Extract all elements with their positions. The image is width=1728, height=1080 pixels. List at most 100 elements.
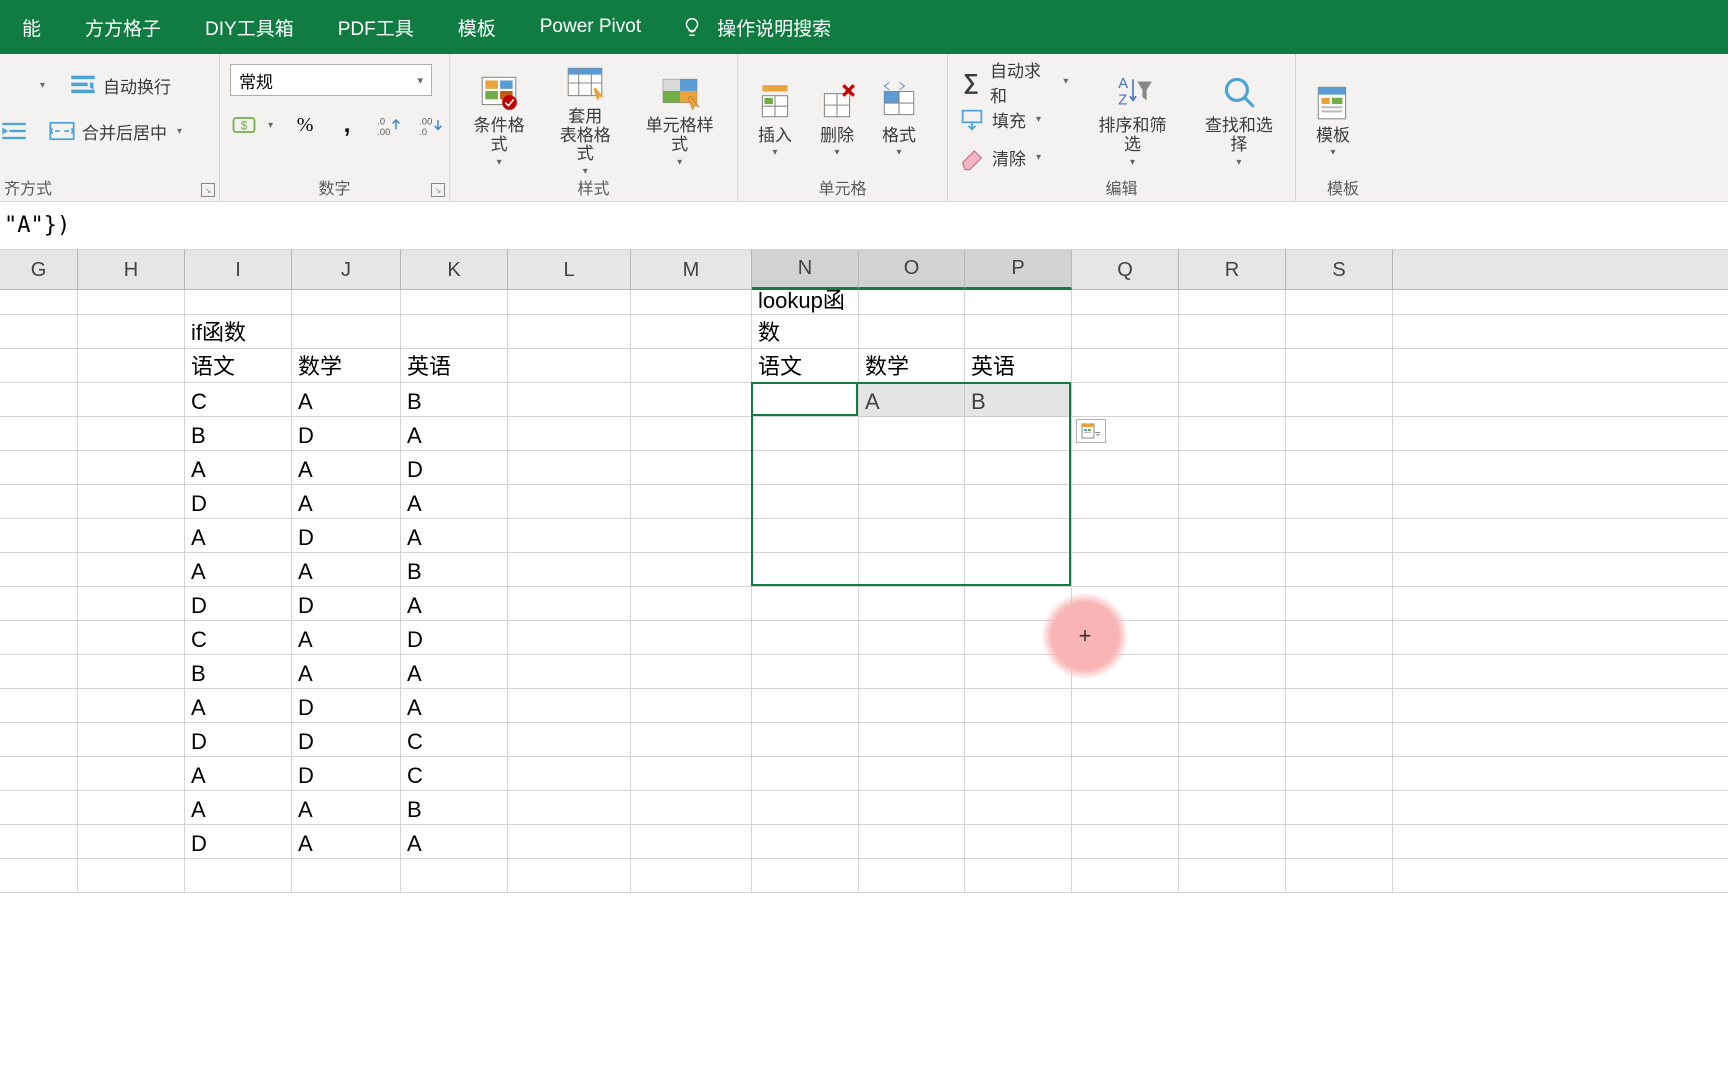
accounting-format-button[interactable]: $ ▾ [230, 108, 277, 142]
column-header-P[interactable]: P [965, 250, 1072, 290]
cell[interactable]: D [401, 451, 508, 485]
cell[interactable] [78, 587, 185, 621]
cell[interactable] [78, 723, 185, 757]
cell[interactable] [508, 825, 631, 859]
cell[interactable] [859, 290, 965, 315]
cell[interactable] [965, 553, 1072, 587]
cell[interactable] [631, 655, 752, 689]
cell[interactable] [508, 689, 631, 723]
cell[interactable] [0, 859, 78, 893]
format-as-table-button[interactable]: 套用 表格格式 ▾ [546, 60, 624, 179]
cell[interactable]: A [185, 519, 292, 553]
cell[interactable] [965, 791, 1072, 825]
cell[interactable] [508, 485, 631, 519]
cell[interactable] [752, 825, 859, 859]
cell[interactable] [859, 689, 965, 723]
cell[interactable]: D [185, 587, 292, 621]
cell[interactable] [965, 451, 1072, 485]
cell[interactable] [631, 451, 752, 485]
cell[interactable] [508, 655, 631, 689]
cell[interactable]: A [401, 655, 508, 689]
cell[interactable] [508, 417, 631, 451]
cell[interactable] [78, 290, 185, 315]
cell[interactable] [508, 519, 631, 553]
cell[interactable] [1179, 290, 1286, 315]
cell[interactable] [1179, 655, 1286, 689]
clear-button[interactable]: 清除 ▾ [958, 141, 1072, 175]
delete-cells-button[interactable]: 删除 ▾ [810, 79, 864, 161]
cell[interactable]: B [401, 383, 508, 417]
cell[interactable]: C [752, 383, 859, 417]
cell[interactable] [508, 587, 631, 621]
cell[interactable]: A [292, 655, 401, 689]
cell[interactable] [965, 757, 1072, 791]
dialog-launcher-icon[interactable]: ↘ [201, 183, 215, 197]
cell[interactable] [78, 553, 185, 587]
cell[interactable] [1286, 290, 1393, 315]
cell[interactable] [0, 825, 78, 859]
cell[interactable]: A [292, 621, 401, 655]
cell[interactable] [752, 451, 859, 485]
cell[interactable] [1286, 655, 1393, 689]
cell[interactable] [1179, 621, 1286, 655]
column-header-O[interactable]: O [859, 250, 965, 290]
cell[interactable] [1072, 791, 1179, 825]
cell[interactable] [78, 689, 185, 723]
find-select-button[interactable]: 查找和选择 ▾ [1193, 69, 1285, 169]
cell[interactable] [752, 553, 859, 587]
cell[interactable]: A [185, 757, 292, 791]
cell[interactable] [78, 451, 185, 485]
cell[interactable] [965, 417, 1072, 451]
cell[interactable] [78, 519, 185, 553]
cell[interactable] [752, 417, 859, 451]
cell[interactable] [631, 723, 752, 757]
cell[interactable] [401, 290, 508, 315]
cell[interactable]: A [292, 383, 401, 417]
cell[interactable]: 语文 [185, 349, 292, 383]
cell[interactable] [1179, 723, 1286, 757]
cell[interactable]: B [185, 655, 292, 689]
cell[interactable] [1179, 859, 1286, 893]
cell[interactable]: A [292, 485, 401, 519]
cell[interactable] [185, 859, 292, 893]
cell[interactable]: A [401, 689, 508, 723]
column-header-M[interactable]: M [631, 250, 752, 290]
cell[interactable] [752, 485, 859, 519]
tab-extra[interactable]: 能 [0, 0, 63, 54]
cell[interactable] [631, 859, 752, 893]
cell[interactable] [1179, 383, 1286, 417]
cell[interactable]: C [401, 723, 508, 757]
cell[interactable] [859, 757, 965, 791]
cell[interactable]: B [401, 553, 508, 587]
cell[interactable] [1286, 859, 1393, 893]
cell[interactable]: C [185, 621, 292, 655]
cell[interactable] [1179, 315, 1286, 349]
cell[interactable]: D [292, 519, 401, 553]
cell[interactable]: 数学 [859, 349, 965, 383]
dropdown-arrow-icon[interactable]: ▾ [36, 80, 49, 91]
cell[interactable] [631, 689, 752, 723]
cell[interactable] [1286, 757, 1393, 791]
cell[interactable]: A [292, 553, 401, 587]
cell[interactable]: B [401, 791, 508, 825]
cell[interactable] [0, 587, 78, 621]
cell[interactable] [752, 689, 859, 723]
cell[interactable] [508, 757, 631, 791]
cell[interactable] [859, 791, 965, 825]
cell[interactable] [0, 519, 78, 553]
cell[interactable] [508, 621, 631, 655]
cell[interactable] [508, 315, 631, 349]
cell[interactable] [78, 621, 185, 655]
cell[interactable]: A [401, 417, 508, 451]
cell[interactable] [1286, 723, 1393, 757]
templates-button[interactable]: 模板 ▾ [1306, 79, 1360, 161]
cell[interactable] [965, 723, 1072, 757]
cell[interactable]: 英语 [965, 349, 1072, 383]
autosum-button[interactable]: ∑ 自动求和 ▾ [958, 65, 1072, 99]
cell[interactable] [78, 825, 185, 859]
cell[interactable]: D [185, 485, 292, 519]
cell[interactable] [1286, 791, 1393, 825]
cell[interactable]: D [292, 417, 401, 451]
column-header-J[interactable]: J [292, 250, 401, 290]
column-header-R[interactable]: R [1179, 250, 1286, 290]
